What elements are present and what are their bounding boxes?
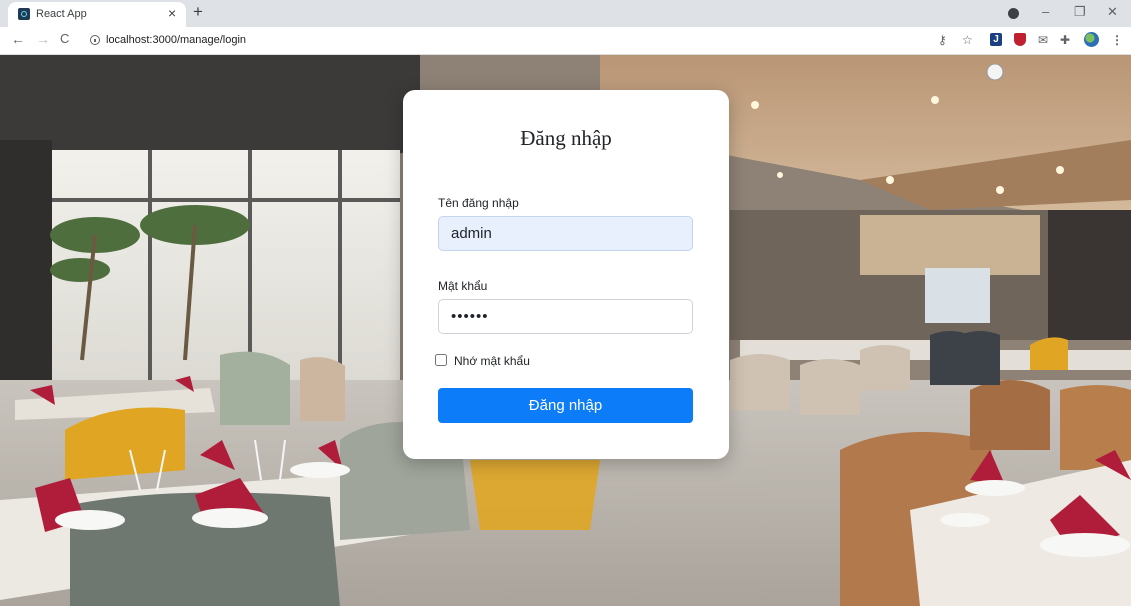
new-tab-button[interactable]: +: [193, 2, 203, 22]
forward-button[interactable]: →: [36, 31, 50, 47]
restore-button[interactable]: ❐: [1074, 4, 1086, 20]
password-input[interactable]: [438, 299, 693, 334]
back-button[interactable]: ←: [11, 31, 25, 47]
profile-avatar-icon[interactable]: [1084, 32, 1099, 47]
extension-j-icon[interactable]: J: [990, 33, 1002, 46]
login-card: Đăng nhập Tên đăng nhập Mật khẩu Nhớ mật…: [403, 90, 729, 459]
site-info-icon[interactable]: [90, 35, 100, 45]
minimize-button[interactable]: –: [1042, 4, 1049, 19]
browser-toolbar: ← → C localhost:3000/manage/login ⚷ ☆ J …: [0, 27, 1131, 55]
ublock-icon[interactable]: [1014, 33, 1026, 46]
more-icon[interactable]: ⋮: [1111, 33, 1123, 47]
key-icon[interactable]: ⚷: [938, 33, 947, 47]
remember-checkbox[interactable]: [435, 354, 447, 366]
username-label: Tên đăng nhập: [438, 196, 519, 210]
profile-icon[interactable]: [1008, 8, 1019, 19]
address-bar[interactable]: localhost:3000/manage/login: [106, 34, 246, 46]
reload-button[interactable]: C: [60, 31, 69, 46]
tab-bar: React App × + – ❐ ✕: [0, 0, 1131, 27]
password-label: Mật khẩu: [438, 279, 488, 293]
login-title: Đăng nhập: [520, 126, 612, 150]
tab-title: React App: [36, 8, 87, 20]
close-window-button[interactable]: ✕: [1107, 4, 1118, 20]
star-icon[interactable]: ☆: [962, 33, 973, 47]
login-button[interactable]: Đăng nhập: [438, 388, 693, 423]
puzzle-icon[interactable]: ✚: [1060, 33, 1070, 47]
react-favicon-icon: [18, 8, 30, 20]
username-input[interactable]: [438, 216, 693, 251]
tab-close-icon[interactable]: ×: [168, 5, 176, 21]
remember-label: Nhớ mật khẩu: [454, 354, 530, 368]
browser-tab[interactable]: React App ×: [8, 2, 186, 27]
mail-icon[interactable]: ✉: [1038, 33, 1048, 47]
